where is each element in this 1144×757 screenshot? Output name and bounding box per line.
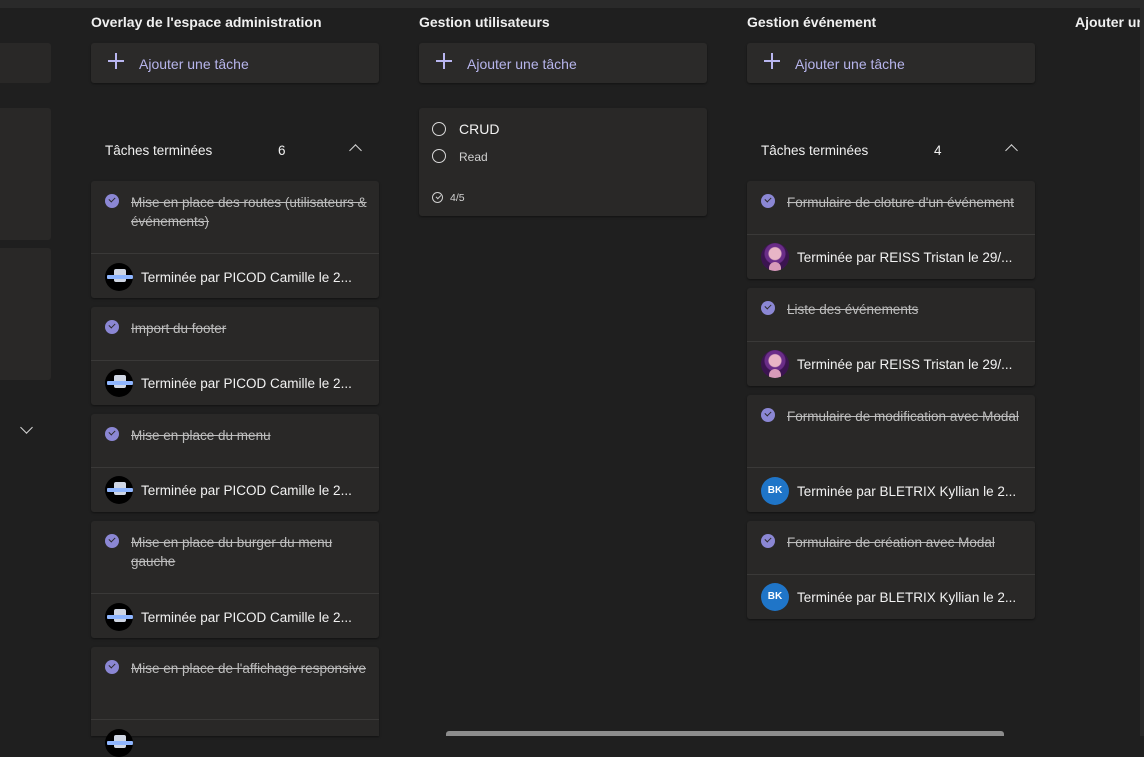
check-circle-icon[interactable]	[105, 320, 119, 334]
card-divider	[747, 574, 1035, 575]
avatar	[105, 476, 133, 504]
bucket-gestion-utilisateurs: Gestion utilisateurs Ajouter une tâche C…	[419, 0, 707, 736]
checklist-progress: 4/5	[450, 192, 465, 204]
completed-tasks-count: 6	[278, 143, 286, 158]
task-title: Mise en place du burger du menu gauche	[131, 535, 333, 569]
task-title: Formulaire de création avec Modal	[787, 535, 995, 550]
chevron-up-icon[interactable]	[1005, 144, 1018, 157]
avatar	[761, 350, 789, 378]
task-card[interactable]: Import du footer Terminée par PICOD Cami…	[91, 307, 379, 405]
checklist-progress-icon	[432, 192, 443, 203]
avatar	[105, 369, 133, 397]
completed-tasks-count: 4	[934, 143, 942, 158]
task-card[interactable]: Mise en place du menu Terminée par PICOD…	[91, 414, 379, 512]
completed-by-text: Terminée par PICOD Camille le 2...	[141, 270, 352, 285]
card-divider	[747, 467, 1035, 468]
completed-by-text: Terminée par BLETRIX Kyllian le 2...	[797, 590, 1017, 605]
task-card[interactable]: Liste des événements Terminée par REISS …	[747, 288, 1035, 386]
bucket-add-new: Ajouter un	[1075, 0, 1140, 40]
card-divider	[747, 341, 1035, 342]
avatar	[761, 243, 789, 271]
task-card[interactable]: Mise en place des routes (utilisateurs &…	[91, 181, 379, 298]
card-divider	[91, 360, 379, 361]
card-divider	[91, 253, 379, 254]
completed-by-text: Terminée par PICOD Camille le 2...	[141, 376, 352, 391]
board-right-edge	[1140, 8, 1144, 736]
radio-circle-icon[interactable]	[432, 122, 446, 136]
task-card[interactable]: Mise en place du burger du menu gauche T…	[91, 521, 379, 638]
task-title: Formulaire de cloture d'un événement	[787, 195, 1014, 210]
avatar: BK	[761, 477, 789, 505]
bucket-title[interactable]: Gestion utilisateurs	[419, 14, 550, 30]
card-divider	[91, 467, 379, 468]
task-card[interactable]: Formulaire de cloture d'un événement Ter…	[747, 181, 1035, 279]
completed-tasks-label: Tâches terminées	[105, 143, 213, 158]
task-card[interactable]: Formulaire de modification avec Modal BK…	[747, 395, 1035, 512]
bucket-title[interactable]: Overlay de l'espace administration	[91, 14, 322, 30]
add-bucket-title[interactable]: Ajouter un	[1075, 14, 1140, 30]
check-circle-icon[interactable]	[105, 534, 119, 548]
previous-card-edge[interactable]	[0, 248, 51, 380]
add-task-label: Ajouter une tâche	[139, 56, 249, 72]
completed-tasks-label: Tâches terminées	[761, 143, 869, 158]
chevron-up-icon[interactable]	[349, 144, 362, 157]
task-title: Liste des événements	[787, 302, 919, 317]
previous-add-task-edge[interactable]	[0, 43, 51, 83]
task-card[interactable]: Formulaire de création avec Modal BK Ter…	[747, 521, 1035, 619]
task-title: CRUD	[459, 121, 500, 137]
completed-by-text: Terminée par REISS Tristan le 29/...	[797, 357, 1013, 372]
task-title: Import du footer	[131, 321, 227, 336]
plus-icon	[108, 53, 124, 69]
add-task-label: Ajouter une tâche	[467, 56, 577, 72]
avatar: BK	[761, 583, 789, 611]
avatar	[105, 729, 133, 757]
task-title: Mise en place des routes (utilisateurs &…	[131, 195, 367, 229]
avatar	[105, 263, 133, 291]
completed-by-text: Terminée par PICOD Camille le 2...	[141, 610, 352, 625]
card-divider	[91, 593, 379, 594]
task-card[interactable]: Mise en place de l'affichage responsive	[91, 647, 379, 757]
previous-card-edge[interactable]	[0, 108, 51, 240]
card-divider	[91, 719, 379, 720]
checklist-item: Read	[459, 150, 488, 164]
bucket-gestion-evenement: Gestion événement Ajouter une tâche Tâch…	[747, 0, 1035, 736]
check-circle-icon[interactable]	[105, 660, 119, 674]
add-task-button[interactable]: Ajouter une tâche	[419, 43, 707, 83]
plus-icon	[436, 53, 452, 69]
add-task-button[interactable]: Ajouter une tâche	[747, 43, 1035, 83]
task-title: Mise en place du menu	[131, 428, 271, 443]
plus-icon	[764, 53, 780, 69]
card-divider	[747, 234, 1035, 235]
completed-by-text: Terminée par REISS Tristan le 29/...	[797, 250, 1013, 265]
completed-by-text: Terminée par PICOD Camille le 2...	[141, 483, 352, 498]
add-task-label: Ajouter une tâche	[795, 56, 905, 72]
avatar	[105, 603, 133, 631]
completed-tasks-header[interactable]: Tâches terminées 6	[91, 136, 379, 166]
bucket-overlay-admin: Overlay de l'espace administration Ajout…	[91, 0, 379, 757]
radio-circle-icon[interactable]	[432, 149, 446, 163]
check-circle-icon[interactable]	[761, 534, 775, 548]
check-circle-icon[interactable]	[105, 427, 119, 441]
horizontal-scrollbar[interactable]	[446, 731, 1004, 736]
check-circle-icon[interactable]	[105, 194, 119, 208]
check-circle-icon[interactable]	[761, 301, 775, 315]
task-title: Mise en place de l'affichage responsive	[131, 661, 366, 676]
check-circle-icon[interactable]	[761, 408, 775, 422]
completed-tasks-header[interactable]: Tâches terminées 4	[747, 136, 1035, 166]
task-title: Formulaire de modification avec Modal	[787, 409, 1019, 424]
task-card[interactable]: CRUD Read 4/5	[419, 108, 707, 216]
chevron-down-icon[interactable]	[20, 421, 33, 434]
bucket-title[interactable]: Gestion événement	[747, 14, 876, 30]
add-task-button[interactable]: Ajouter une tâche	[91, 43, 379, 83]
completed-by-text: Terminée par BLETRIX Kyllian le 2...	[797, 484, 1017, 499]
check-circle-icon[interactable]	[761, 194, 775, 208]
